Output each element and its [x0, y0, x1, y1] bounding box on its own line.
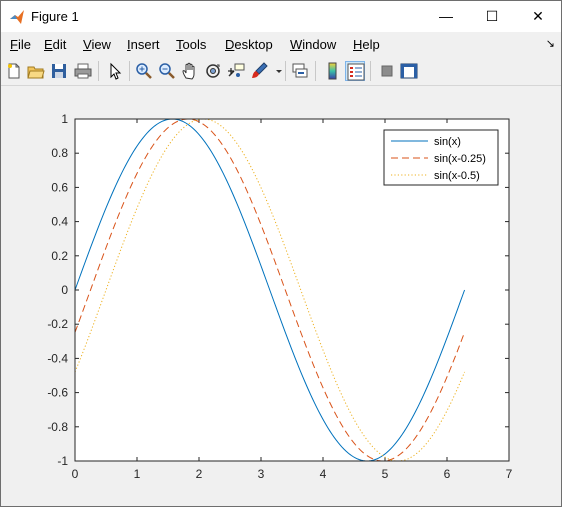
- rotate-3d-icon[interactable]: [203, 61, 223, 81]
- y-tick-label: 0.2: [51, 249, 68, 263]
- minimize-button[interactable]: —: [423, 1, 469, 32]
- window-title: Figure 1: [31, 9, 79, 24]
- y-tick-label: -0.4: [47, 351, 68, 365]
- close-button[interactable]: ✕: [515, 1, 561, 32]
- legend[interactable]: sin(x) sin(x-0.25) sin(x-0.5): [383, 129, 499, 186]
- chevron-down-icon[interactable]: [269, 61, 282, 81]
- menu-mnemonic: W: [290, 37, 303, 52]
- y-tick-label: -0.6: [47, 386, 68, 400]
- x-tick-label: 0: [72, 467, 79, 481]
- toolbar-separator: [285, 61, 286, 81]
- menu-mnemonic: E: [44, 37, 53, 52]
- zoom-in-icon[interactable]: [134, 61, 154, 81]
- menu-label: elp: [362, 37, 380, 52]
- menu-window[interactable]: Window: [290, 37, 336, 52]
- figure-canvas: 0 1 2 3 4 5 6 7 -1 -0.8 -0.6 -0.4 -0.2 0 0.2 0.4 0.6 0.8 1…: [1, 86, 561, 506]
- maximize-button[interactable]: ☐: [469, 1, 515, 32]
- x-tick-label: 3: [258, 467, 265, 481]
- y-tick-label: 0.4: [51, 215, 68, 229]
- menu-label: dit: [52, 37, 67, 52]
- y-tick-label: 0.8: [51, 146, 68, 160]
- y-tick-label: -0.2: [47, 317, 68, 331]
- legend-label: sin(x-0.5): [434, 170, 480, 182]
- pointer-icon[interactable]: [105, 61, 125, 81]
- menu-mnemonic: H: [353, 37, 363, 52]
- legend-icon[interactable]: [345, 61, 365, 81]
- menu-label: ile: [17, 37, 31, 52]
- menu-file[interactable]: File: [10, 37, 31, 52]
- menu-label: esktop: [234, 37, 273, 52]
- line-chart[interactable]: 0 1 2 3 4 5 6 7 -1 -0.8 -0.6 -0.4 -0.2 0 0.2 0.4 0.6 0.8 1…: [1, 86, 561, 506]
- menu-label: nsert: [130, 37, 160, 52]
- y-tick-label: 0: [61, 283, 68, 297]
- menu-overflow-icon[interactable]: ↘: [546, 37, 555, 50]
- colorbar-icon[interactable]: [323, 61, 343, 81]
- hide-plot-tools-icon[interactable]: [377, 61, 397, 81]
- menu-mnemonic: F: [10, 37, 18, 52]
- matlab-logo-icon: [10, 10, 24, 24]
- y-tick-label: 0.6: [51, 180, 68, 194]
- menu-label: iew: [91, 37, 111, 52]
- print-icon[interactable]: [73, 61, 93, 81]
- menu-edit[interactable]: Edit: [44, 37, 66, 52]
- menu-tools[interactable]: Tools: [176, 37, 206, 52]
- show-plot-tools-icon[interactable]: [399, 61, 419, 81]
- x-tick-label: 5: [382, 467, 389, 481]
- menu-desktop[interactable]: Desktop: [225, 37, 273, 52]
- menu-label: indow: [302, 37, 337, 52]
- x-tick-label: 6: [444, 467, 451, 481]
- x-tick-label: 4: [320, 467, 327, 481]
- menu-bar: File Edit View Insert Tools Desktop Wind…: [1, 32, 561, 56]
- zoom-out-icon[interactable]: [157, 61, 177, 81]
- x-tick-label: 7: [506, 467, 513, 481]
- x-tick-label: 2: [196, 467, 203, 481]
- toolbar-separator: [98, 61, 99, 81]
- toolbar-separator: [129, 61, 130, 81]
- data-cursor-icon[interactable]: [226, 61, 246, 81]
- title-bar[interactable]: Figure 1 — ☐ ✕: [1, 1, 561, 32]
- y-tick-label: -1: [57, 454, 68, 468]
- new-figure-icon[interactable]: [4, 61, 24, 81]
- pan-icon[interactable]: [180, 61, 200, 81]
- open-file-icon[interactable]: [26, 61, 46, 81]
- menu-label: ools: [182, 37, 207, 52]
- menu-help[interactable]: Help: [353, 37, 380, 52]
- figure-window: Figure 1 — ☐ ✕ File Edit View Insert Too…: [0, 0, 562, 507]
- brush-icon[interactable]: [249, 61, 269, 81]
- menu-insert[interactable]: Insert: [127, 37, 160, 52]
- toolbar-separator: [315, 61, 316, 81]
- link-plot-icon[interactable]: [290, 61, 310, 81]
- save-icon[interactable]: [49, 61, 69, 81]
- y-tick-label: 1: [61, 112, 68, 126]
- menu-mnemonic: D: [225, 37, 235, 52]
- figure-toolbar: [1, 57, 561, 86]
- toolbar-separator: [370, 61, 371, 81]
- x-tick-label: 1: [134, 467, 141, 481]
- legend-label: sin(x-0.25): [434, 153, 486, 165]
- menu-view[interactable]: View: [83, 37, 111, 52]
- legend-label: sin(x): [434, 136, 461, 148]
- y-tick-label: -0.8: [47, 420, 68, 434]
